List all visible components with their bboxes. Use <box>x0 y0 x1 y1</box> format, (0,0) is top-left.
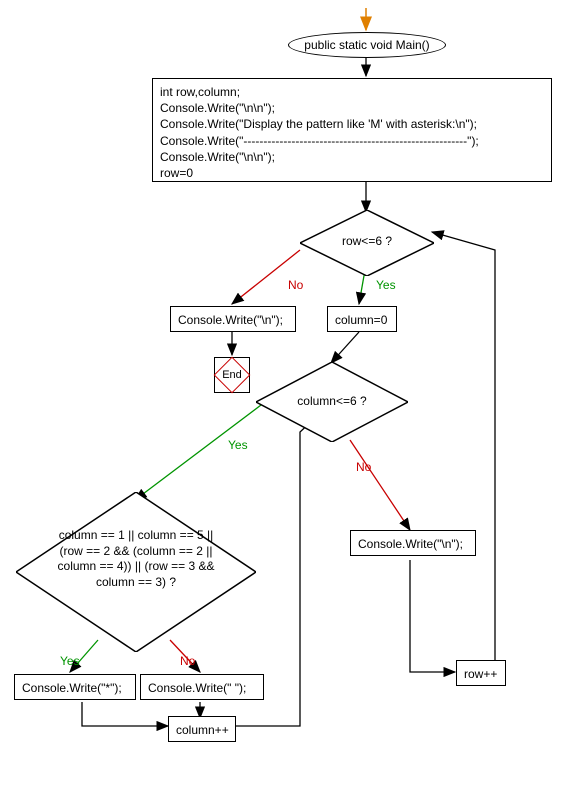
row-increment-text: row++ <box>464 667 497 681</box>
init-line-0: int row,column; <box>160 84 544 100</box>
column-init-text: column=0 <box>335 313 387 327</box>
label-yes-col: Yes <box>228 438 248 452</box>
newline-outer-text: Console.Write("\n"); <box>178 313 283 327</box>
decision-column-text: column<=6 ? <box>256 394 408 410</box>
init-line-3: Console.Write("-------------------------… <box>160 133 544 149</box>
init-line-1: Console.Write("\n\n"); <box>160 100 544 116</box>
write-space: Console.Write(" "); <box>140 674 264 700</box>
label-no-cond: No <box>180 654 195 668</box>
label-no-col: No <box>356 460 371 474</box>
column-init: column=0 <box>327 306 397 332</box>
init-process: int row,column; Console.Write("\n\n"); C… <box>152 78 552 182</box>
row-increment: row++ <box>456 660 506 686</box>
column-increment: column++ <box>168 716 236 742</box>
write-space-text: Console.Write(" "); <box>148 681 246 695</box>
decision-condition-text: column == 1 || column == 5 || (row == 2 … <box>54 528 218 590</box>
init-line-5: row=0 <box>160 165 544 181</box>
label-no-row: No <box>288 278 303 292</box>
start-text: public static void Main() <box>304 38 429 52</box>
write-star-text: Console.Write("*"); <box>22 681 122 695</box>
label-yes-row: Yes <box>376 278 396 292</box>
label-yes-cond: Yes <box>60 654 80 668</box>
column-increment-text: column++ <box>176 723 229 737</box>
newline-outer: Console.Write("\n"); <box>170 306 296 332</box>
end-text: End <box>222 368 242 383</box>
init-line-2: Console.Write("Display the pattern like … <box>160 116 544 132</box>
write-star: Console.Write("*"); <box>14 674 136 700</box>
decision-row-text: row<=6 ? <box>300 234 434 250</box>
newline-inner: Console.Write("\n"); <box>350 530 476 556</box>
end-node: End <box>214 357 250 393</box>
start-node: public static void Main() <box>288 32 446 58</box>
newline-inner-text: Console.Write("\n"); <box>358 537 463 551</box>
init-line-4: Console.Write("\n\n"); <box>160 149 544 165</box>
